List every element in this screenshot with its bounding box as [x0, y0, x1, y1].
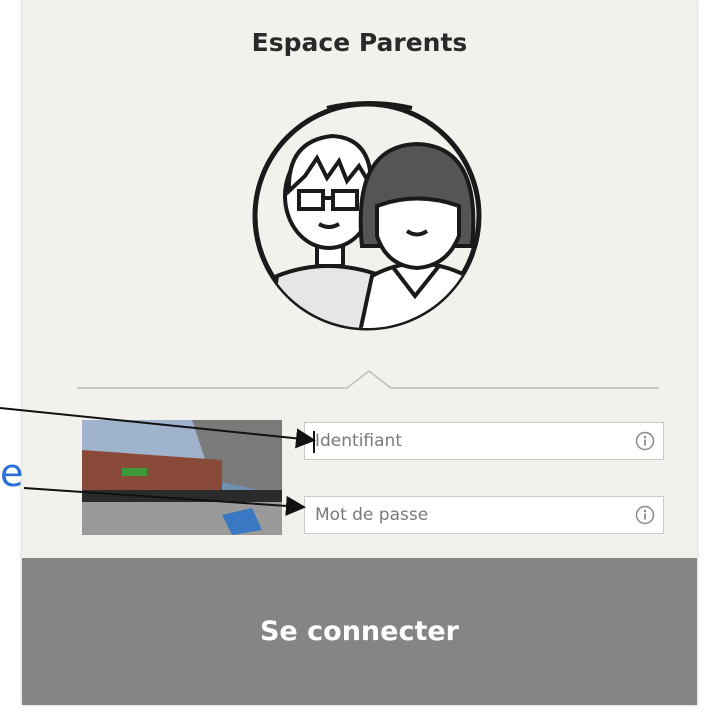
password-input[interactable]: [305, 497, 625, 533]
text-caret: [313, 431, 315, 453]
school-photo: [82, 420, 282, 535]
divider: [77, 370, 659, 389]
info-icon[interactable]: [635, 505, 655, 525]
info-icon[interactable]: [635, 431, 655, 451]
annotation-text: e: [0, 451, 24, 495]
login-button[interactable]: Se connecter: [22, 558, 697, 705]
page-title: Espace Parents: [251, 28, 468, 57]
password-field[interactable]: [304, 496, 664, 534]
identifiant-field[interactable]: [304, 422, 664, 460]
identifiant-input[interactable]: [305, 423, 625, 459]
parents-avatar-icon: [247, 96, 487, 336]
login-panel: Espace Parents Identifiant Se connecter: [22, 0, 697, 705]
